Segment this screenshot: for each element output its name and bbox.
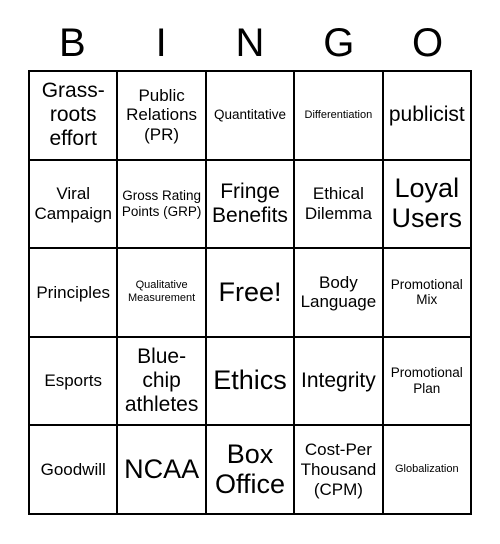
bingo-cell-o2[interactable]: Loyal Users — [383, 160, 472, 250]
bingo-cell-free-space[interactable]: Free! — [206, 249, 296, 338]
bingo-cell-label: NCAA — [124, 453, 200, 484]
bingo-cell-label: Differentiation — [304, 108, 373, 121]
bingo-cell-g3[interactable]: Body Language — [295, 249, 384, 338]
bingo-cell-o3[interactable]: Promotional Mix — [383, 249, 472, 338]
bingo-cell-b3[interactable]: Principles — [30, 249, 119, 338]
bingo-cell-n1[interactable]: Quantitative — [206, 72, 296, 161]
bingo-cell-label: Integrity — [301, 369, 376, 393]
bingo-cell-n4[interactable]: Ethics — [206, 337, 296, 427]
bingo-cell-o4[interactable]: Promotional Plan — [383, 337, 472, 427]
bingo-cell-g1[interactable]: Differentiation — [295, 72, 384, 161]
bingo-cell-b5[interactable]: Goodwill — [30, 426, 119, 515]
bingo-cell-b2[interactable]: Viral Campaign — [30, 160, 119, 250]
bingo-cell-label: Principles — [36, 282, 111, 302]
bingo-cell-label: Viral Campaign — [34, 184, 112, 223]
bingo-cell-label: Gross Rating Points (GRP) — [121, 187, 202, 219]
bingo-cell-b1[interactable]: Grass-roots effort — [30, 72, 119, 161]
bingo-header-letter-n: N — [235, 21, 265, 65]
bingo-cell-label: Ethical Dilemma — [304, 184, 372, 223]
bingo-header-letter-o: O — [412, 21, 444, 65]
bingo-cell-n2[interactable]: Fringe Benefits — [206, 160, 296, 250]
bingo-cell-i1[interactable]: Public Relations (PR) — [118, 72, 207, 161]
bingo-cell-label: Fringe Benefits — [212, 179, 288, 227]
bingo-grid: Grass-roots effort Public Relations (PR)… — [28, 70, 472, 515]
bingo-header: B I N G O — [28, 18, 472, 68]
bingo-cell-label: Promotional Plan — [390, 365, 463, 397]
bingo-cell-i3[interactable]: Qualitative Measurement — [118, 249, 207, 338]
bingo-cell-label: Public Relations (PR) — [126, 85, 198, 145]
bingo-cell-o5[interactable]: Globalization — [383, 426, 472, 515]
bingo-cell-i2[interactable]: Gross Rating Points (GRP) — [118, 160, 207, 250]
bingo-cell-label: Qualitative Measurement — [127, 279, 196, 305]
bingo-cell-label: Cost-Per Thousand (CPM) — [300, 440, 377, 499]
bingo-cell-label: Body Language — [300, 272, 377, 312]
bingo-cell-g5[interactable]: Cost-Per Thousand (CPM) — [295, 426, 384, 515]
bingo-cell-label: Promotional Mix — [390, 276, 463, 308]
bingo-cell-label: Box Office — [214, 439, 285, 499]
bingo-cell-label: Blue-chip athletes — [124, 345, 199, 417]
bingo-cell-label: publicist — [388, 103, 465, 127]
bingo-cell-label: Globalization — [395, 463, 459, 476]
bingo-cell-label: Quantitative — [213, 107, 287, 123]
bingo-cell-label: Esports — [44, 371, 103, 391]
bingo-header-letter-g: G — [323, 21, 355, 65]
bingo-cell-label: Loyal Users — [391, 173, 463, 233]
bingo-cell-i4[interactable]: Blue-chip athletes — [118, 337, 207, 427]
bingo-cell-g2[interactable]: Ethical Dilemma — [295, 160, 384, 250]
bingo-cell-b4[interactable]: Esports — [30, 337, 119, 427]
bingo-cell-label: Ethics — [213, 365, 287, 396]
bingo-cell-i5[interactable]: NCAA — [118, 426, 207, 515]
bingo-cell-n5[interactable]: Box Office — [206, 426, 296, 515]
bingo-cell-g4[interactable]: Integrity — [295, 337, 384, 427]
bingo-free-space-label: Free! — [218, 276, 282, 307]
bingo-cell-o1[interactable]: publicist — [383, 72, 472, 161]
bingo-cell-label: Grass-roots effort — [41, 79, 105, 151]
bingo-header-letter-b: B — [59, 21, 86, 65]
bingo-card: B I N G O Grass-roots effort Public Rela… — [0, 0, 500, 544]
bingo-header-letter-i: I — [155, 21, 167, 65]
bingo-cell-label: Goodwill — [40, 459, 106, 479]
